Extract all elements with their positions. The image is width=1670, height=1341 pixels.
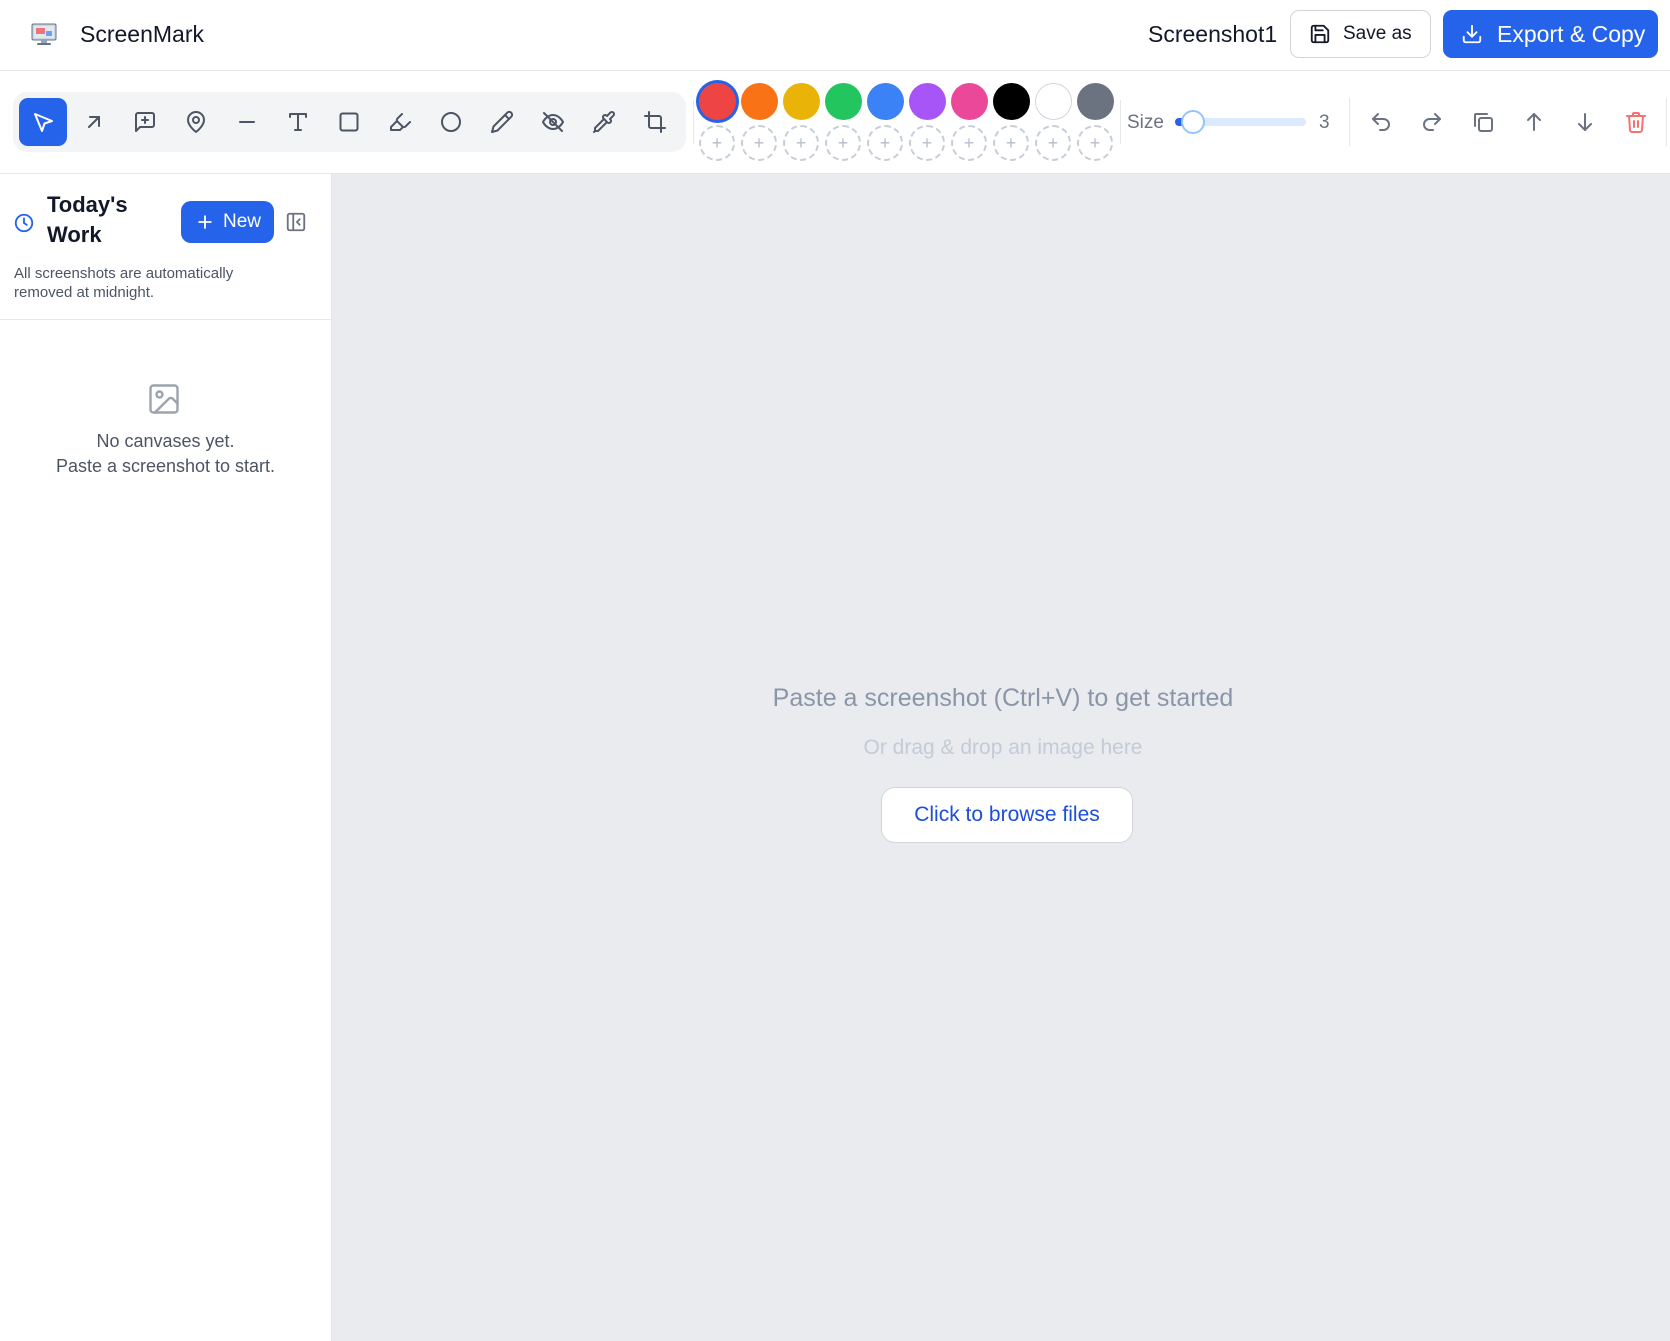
cursor-icon — [34, 113, 53, 132]
export-copy-label: Export & Copy — [1497, 20, 1646, 47]
send-backward-button[interactable] — [1561, 98, 1609, 146]
pencil-icon — [491, 110, 514, 133]
save-as-button[interactable]: Save as — [1290, 10, 1431, 58]
eye-off-icon — [542, 112, 564, 132]
add-custom-color-slot[interactable]: + — [741, 125, 777, 161]
tool-group — [13, 92, 686, 152]
undo-icon — [1372, 113, 1390, 131]
drag-drop-hint: Or drag & drop an image here — [863, 736, 1143, 759]
app-header: ScreenMark Screenshot1 Save as Export & … — [0, 0, 1670, 71]
square-icon — [339, 112, 359, 132]
color-swatch-red[interactable] — [699, 83, 736, 120]
paste-hint: Paste a screenshot (Ctrl+V) to get start… — [772, 684, 1234, 712]
bring-forward-button[interactable] — [1510, 98, 1558, 146]
add-custom-color-slot[interactable]: + — [1077, 125, 1113, 161]
add-custom-color-slot[interactable]: + — [783, 125, 819, 161]
color-swatch-green[interactable] — [825, 83, 862, 120]
color-swatch-purple[interactable] — [909, 83, 946, 120]
sidebar: Today's Work New All screenshots are aut… — [0, 174, 332, 1341]
sidebar-title: Today's Work — [47, 192, 128, 247]
tool-rectangle[interactable] — [325, 98, 373, 146]
tool-callout[interactable] — [121, 98, 169, 146]
size-label: Size — [1127, 112, 1164, 133]
empty-state-line-1: No canvases yet. — [96, 431, 235, 451]
tool-pin[interactable] — [172, 98, 220, 146]
color-swatch-blue[interactable] — [867, 83, 904, 120]
add-custom-color-slot[interactable]: + — [699, 125, 735, 161]
message-plus-icon — [135, 112, 155, 132]
duplicate-icon — [1474, 113, 1493, 132]
add-custom-color-slot[interactable]: + — [825, 125, 861, 161]
tool-text[interactable] — [274, 98, 322, 146]
type-icon — [289, 113, 307, 131]
minus-icon — [239, 121, 255, 123]
bring-forward-icon — [1527, 113, 1541, 131]
auto-remove-note: All screenshots are automatically remove… — [14, 265, 234, 301]
clock-icon — [14, 213, 34, 233]
download-icon — [1462, 24, 1482, 44]
tool-line[interactable] — [223, 98, 271, 146]
send-backward-icon — [1578, 113, 1592, 131]
tool-select[interactable] — [19, 98, 67, 146]
duplicate-button[interactable] — [1459, 98, 1507, 146]
tool-highlighter[interactable] — [376, 98, 424, 146]
toolbar-divider — [1666, 98, 1667, 146]
browse-files-button[interactable]: Click to browse files — [881, 787, 1133, 843]
color-swatch-white[interactable] — [1035, 83, 1072, 120]
new-canvas-button[interactable]: New — [181, 201, 274, 243]
color-swatch-black[interactable] — [993, 83, 1030, 120]
color-swatch-yellow[interactable] — [783, 83, 820, 120]
redo-icon — [1423, 113, 1441, 131]
collapse-sidebar-icon[interactable] — [285, 211, 307, 233]
arrow-up-right-icon — [88, 116, 100, 128]
toolbar-divider — [693, 100, 694, 144]
canvas-dropzone[interactable]: Paste a screenshot (Ctrl+V) to get start… — [332, 174, 1670, 1341]
undo-button[interactable] — [1357, 98, 1405, 146]
color-swatch-gray[interactable] — [1077, 83, 1114, 120]
plus-icon — [198, 215, 212, 229]
add-custom-color-slot[interactable]: + — [909, 125, 945, 161]
tool-arrow[interactable] — [70, 98, 118, 146]
toolbar-divider — [1349, 98, 1350, 146]
delete-button[interactable] — [1612, 98, 1660, 146]
highlighter-icon — [390, 113, 411, 131]
image-icon — [149, 384, 179, 414]
pipette-icon — [593, 111, 615, 133]
color-swatch-pink[interactable] — [951, 83, 988, 120]
add-custom-color-slot[interactable]: + — [867, 125, 903, 161]
app-name: ScreenMark — [80, 21, 204, 47]
crop-icon — [644, 111, 666, 133]
add-custom-color-slot[interactable]: + — [951, 125, 987, 161]
delete-icon — [1626, 112, 1646, 133]
save-icon — [1310, 24, 1330, 44]
size-slider-thumb[interactable] — [1181, 110, 1205, 134]
tool-ellipse[interactable] — [427, 98, 475, 146]
save-as-label: Save as — [1343, 23, 1412, 44]
toolbar-divider — [1120, 100, 1121, 144]
tool-crop[interactable] — [631, 98, 679, 146]
new-canvas-label: New — [223, 211, 262, 232]
map-pin-icon — [187, 111, 205, 133]
size-value: 3 — [1319, 112, 1330, 133]
document-title[interactable]: Screenshot1 — [1148, 20, 1277, 48]
tool-blur[interactable] — [529, 98, 577, 146]
add-custom-color-slot[interactable]: + — [1035, 125, 1071, 161]
monitor-screenshot-icon — [31, 23, 57, 45]
redo-button[interactable] — [1408, 98, 1456, 146]
add-custom-color-slot[interactable]: + — [993, 125, 1029, 161]
empty-state-text: No canvases yet. Paste a screenshot to s… — [0, 429, 331, 479]
color-swatch-orange[interactable] — [741, 83, 778, 120]
sidebar-header: Today's Work New All screenshots are aut… — [0, 174, 331, 320]
empty-state-line-2: Paste a screenshot to start. — [55, 456, 276, 476]
circle-icon — [441, 112, 461, 132]
export-copy-button[interactable]: Export & Copy — [1443, 10, 1658, 58]
tool-pencil[interactable] — [478, 98, 526, 146]
tool-eyedropper[interactable] — [580, 98, 628, 146]
